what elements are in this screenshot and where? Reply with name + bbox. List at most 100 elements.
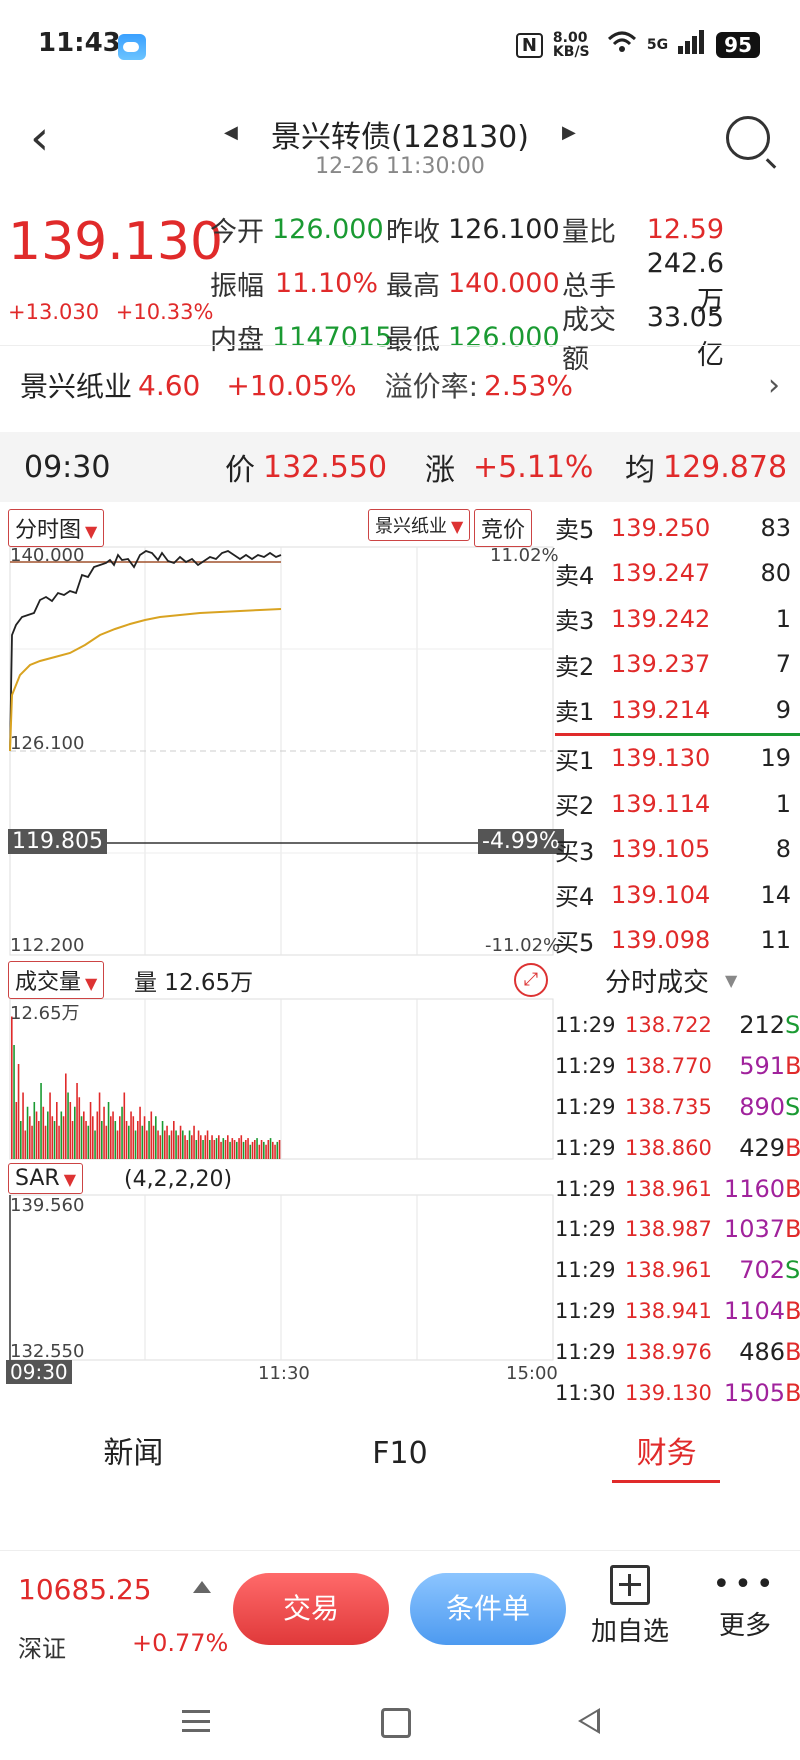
- ind-top-label: 139.560: [10, 1195, 85, 1216]
- volume-bar: [276, 1141, 279, 1159]
- volume-bar: [20, 1121, 22, 1159]
- tick-volume: 890: [739, 1092, 785, 1121]
- order-level-label: 买3: [555, 837, 595, 866]
- tick-direction: S: [785, 1256, 800, 1285]
- tick-direction: B: [785, 1052, 800, 1081]
- underlying-stock-row[interactable]: 景兴纸业 4.60 +10.05% 溢价率: 2.53% ›: [20, 360, 780, 410]
- cursor-time: 09:30: [24, 449, 111, 485]
- tick-row: 11:29 138.735 890 S: [555, 1087, 800, 1128]
- volume-bar: [260, 1140, 263, 1159]
- caret-down-icon: ▼: [85, 522, 98, 541]
- caret-down-icon: ▼: [63, 1170, 77, 1189]
- compare-select[interactable]: 景兴纸业 ▼: [368, 509, 471, 541]
- order-level-label: 卖2: [555, 652, 595, 681]
- tick-list[interactable]: 分时成交 ▼ 11:29 138.722 212 S 11:29 138.770 591 B 1…: [555, 955, 800, 1413]
- tick-price: 138.987: [625, 1217, 712, 1242]
- volume-bar: [209, 1140, 211, 1159]
- tab-0[interactable]: 新闻: [0, 1420, 267, 1488]
- volume-bar: [251, 1141, 254, 1159]
- intraday-chart[interactable]: 分时图 ▼ 景兴纸业 ▼ 竞价 140.000 11.02% 126.100 112…: [0, 505, 564, 1405]
- tick-volume: 1104: [723, 1296, 785, 1325]
- volume-bar: [193, 1125, 195, 1159]
- volume-bar: [159, 1135, 162, 1159]
- volume-bar: [188, 1130, 191, 1159]
- volume-bar: [132, 1116, 135, 1159]
- order-volume: 9: [775, 695, 791, 724]
- next-stock-icon[interactable]: ▶: [562, 122, 576, 143]
- volume-bar: [278, 1140, 281, 1159]
- order-price: 139.114: [611, 789, 711, 818]
- order-volume: 14: [760, 880, 791, 909]
- tab-2[interactable]: 财务: [533, 1420, 800, 1488]
- chart-type-select[interactable]: 分时图 ▼: [8, 509, 105, 547]
- status-icons: N 8.00 KB/S 5G 95: [515, 30, 760, 60]
- quote-row: 内盘 1147015 最低 126.000 成交额 33.05亿: [210, 302, 790, 375]
- auction-button[interactable]: 竞价: [474, 509, 533, 547]
- indicator-select[interactable]: SAR ▼: [8, 1163, 84, 1194]
- volume-bar: [157, 1130, 159, 1159]
- compare-label: 景兴纸业: [375, 516, 447, 537]
- recents-icon[interactable]: [182, 1710, 210, 1732]
- trade-button[interactable]: 交易: [233, 1573, 389, 1645]
- x-end-label: 15:00: [506, 1363, 558, 1384]
- condition-order-button[interactable]: 条件单: [410, 1573, 566, 1645]
- quote-value: 126.000: [272, 213, 384, 245]
- tick-volume: 212: [739, 1011, 785, 1040]
- order-price: 139.214: [611, 695, 711, 724]
- volume-bar: [24, 1130, 27, 1159]
- tick-row: 11:29 138.770 591 B: [555, 1046, 800, 1087]
- search-icon[interactable]: [726, 116, 770, 160]
- quote-value: 126.100: [448, 213, 560, 245]
- volume-bar: [51, 1116, 54, 1159]
- net-speed: 8.00 KB/S: [552, 30, 590, 60]
- volume-bar: [148, 1121, 150, 1159]
- volume-bar: [26, 1106, 29, 1159]
- order-volume: 83: [760, 513, 791, 542]
- tick-volume: 486: [739, 1337, 785, 1366]
- status-bar: 11:43 N 8.00 KB/S 5G 95: [0, 0, 800, 92]
- volume-bar: [58, 1125, 60, 1159]
- tick-direction: S: [785, 1011, 800, 1040]
- more-label: 更多: [718, 1611, 771, 1641]
- tab-1[interactable]: F10: [267, 1420, 534, 1488]
- volume-label: 成交量: [15, 970, 82, 995]
- ticks-header[interactable]: 分时成交 ▼: [555, 955, 800, 1005]
- volume-bar: [247, 1138, 249, 1159]
- more-button[interactable]: ••• 更多: [700, 1565, 790, 1642]
- volume-bar: [179, 1125, 182, 1159]
- tick-direction: B: [785, 1174, 800, 1203]
- order-price: 139.130: [611, 744, 711, 773]
- volume-bar: [128, 1125, 130, 1159]
- x-mid-label: 11:30: [258, 1363, 310, 1384]
- volume-select[interactable]: 成交量 ▼: [8, 961, 105, 999]
- order-price: 139.242: [611, 604, 711, 633]
- volume-bar: [233, 1140, 236, 1159]
- quote-label: 总手: [562, 270, 616, 302]
- order-level-label: 卖1: [555, 698, 595, 727]
- expand-icon[interactable]: ⤢: [514, 963, 548, 997]
- back-nav-icon[interactable]: [578, 1708, 600, 1734]
- home-icon[interactable]: [381, 1708, 411, 1738]
- volume-bar: [258, 1144, 261, 1159]
- volume-bar: [13, 1045, 15, 1159]
- order-price: 139.098: [611, 926, 711, 955]
- quote-label: 今开: [210, 216, 264, 248]
- order-level-label: 卖5: [555, 516, 595, 545]
- y-bottom-label: 112.200: [10, 935, 85, 956]
- tick-row: 11:29 138.961 1160 B: [555, 1168, 800, 1209]
- add-watchlist-label: 加自选: [590, 1617, 669, 1647]
- tick-price: 138.735: [625, 1094, 712, 1119]
- volume-bar: [222, 1138, 225, 1159]
- volume-bar: [96, 1111, 99, 1159]
- volume-bar: [85, 1121, 87, 1159]
- quote-value: 12.59: [646, 213, 724, 245]
- volume-bar: [130, 1111, 132, 1159]
- order-book-row: 买1 139.130 19: [555, 736, 800, 782]
- volume-bar: [107, 1102, 110, 1159]
- volume-bar: [38, 1121, 40, 1159]
- add-watchlist-button[interactable]: 加自选: [585, 1565, 675, 1648]
- ind-bottom-label: 132.550: [10, 1341, 85, 1362]
- volume-bar: [139, 1106, 141, 1159]
- volume-bar: [101, 1121, 103, 1159]
- tick-row: 11:29 138.860 429 B: [555, 1127, 800, 1168]
